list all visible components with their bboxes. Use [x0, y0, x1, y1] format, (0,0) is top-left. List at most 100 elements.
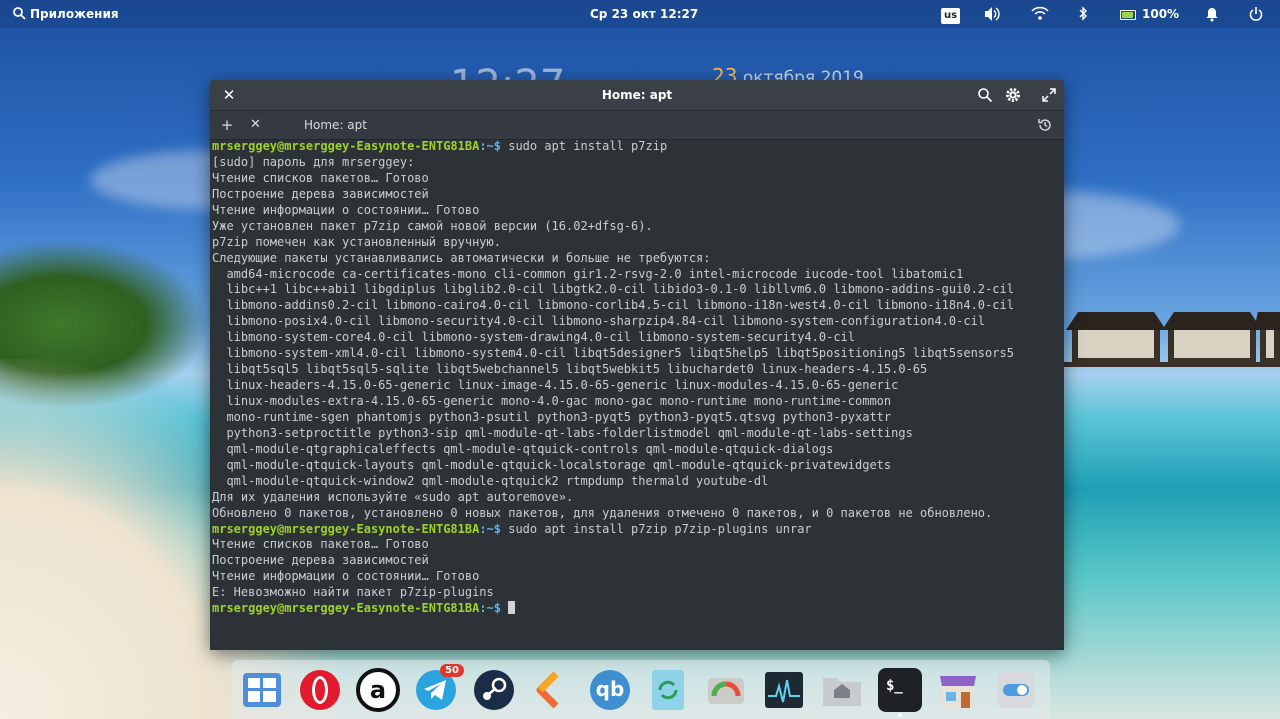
- settings-toggle-icon: [998, 672, 1034, 708]
- session-indicator[interactable]: [1249, 0, 1263, 28]
- terminal-prompt-line: mrserggey@mrserggey-Easynote-ENTG81BA:~$…: [212, 522, 1064, 538]
- terminal-output-line: Чтение списков пакетов… Готово: [212, 537, 429, 552]
- keyboard-layout-indicator[interactable]: us: [941, 0, 961, 28]
- network-indicator[interactable]: [1031, 0, 1049, 28]
- desktop: 12:27 23 октября 2019 Приложения Ср 23 о…: [0, 0, 1280, 719]
- terminal-output-line: Следующие пакеты устанавливались автомат…: [212, 250, 711, 265]
- circle-a-icon: a: [356, 668, 400, 712]
- terminal-output-line: qml-module-qtquick-layouts qml-module-qt…: [212, 457, 892, 472]
- bluetooth-indicator[interactable]: [1077, 0, 1089, 28]
- date-indicator[interactable]: Ср 23 окт: [590, 0, 656, 28]
- maximize-window-button[interactable]: [1036, 80, 1062, 110]
- applications-menu[interactable]: Приложения: [12, 0, 119, 28]
- history-icon: [1038, 119, 1051, 131]
- terminal-output-line: Чтение списков пакетов… Готово: [212, 170, 429, 185]
- terminal-prompt-line: mrserggey@mrserggey-Easynote-ENTG81BA:~$…: [212, 139, 1064, 155]
- window-titlebar[interactable]: ✕ Home: apt: [210, 80, 1064, 110]
- dock-app-qbittorrent[interactable]: qb: [588, 668, 632, 712]
- applications-icon: [13, 7, 26, 20]
- prompt-path: :~$: [479, 521, 501, 536]
- prompt-user: mrserggey@mrserggey-Easynote-ENTG81BA: [212, 521, 480, 536]
- bell-icon: [1206, 8, 1218, 22]
- terminal-output-line: Чтение информации о состоянии… Готово: [212, 202, 480, 217]
- text-cursor: [508, 601, 516, 615]
- dock-app-terminal[interactable]: $_: [878, 668, 922, 712]
- plus-icon: +: [220, 116, 234, 134]
- opera-icon: [300, 670, 340, 710]
- prompt-command: [501, 601, 508, 615]
- prompt-path: :~$: [479, 139, 501, 153]
- chevron-code-icon: [536, 671, 559, 709]
- dock-app-multitasking-view[interactable]: [240, 668, 284, 712]
- dock-app-code-editor[interactable]: [530, 668, 574, 712]
- notifications-indicator[interactable]: [1205, 0, 1219, 28]
- terminal-app-label: $_: [886, 678, 903, 694]
- update-icon: [652, 670, 684, 710]
- multitasking-icon: [243, 673, 281, 707]
- terminal-output-line: E: Невозможно найти пакет p7zip-plugins: [212, 585, 494, 600]
- prompt-user: mrserggey@mrserggey-Easynote-ENTG81BA: [212, 601, 480, 616]
- appcenter-store-icon: [940, 676, 976, 708]
- steam-icon: [474, 670, 514, 710]
- terminal-output-line: Построение дерева зависимостей: [212, 553, 429, 568]
- system-monitor-icon: [765, 672, 803, 708]
- dock-app-files[interactable]: [820, 668, 864, 712]
- prompt-command: sudo apt install p7zip p7zip-plugins unr…: [501, 521, 812, 536]
- dock-app-appcenter[interactable]: [936, 668, 980, 712]
- speaker-icon: [985, 7, 1000, 21]
- search-button[interactable]: [972, 80, 998, 110]
- maximize-icon: [1042, 88, 1056, 102]
- disk-gauge-icon: [708, 678, 744, 704]
- terminal-window: ✕ Home: apt + ✕ Home: apt mrserggey@mrse…: [210, 80, 1064, 650]
- applications-label: Приложения: [30, 7, 119, 21]
- top-panel: Приложения Ср 23 окт 12:27 us 100%: [0, 0, 1280, 28]
- terminal-prompt-line: mrserggey@mrserggey-Easynote-ENTG81BA:~$: [212, 601, 1064, 617]
- wallpaper-bungalow: [1066, 312, 1166, 362]
- terminal-output-line: qml-module-qtquick-window2 qml-module-qt…: [212, 473, 769, 488]
- terminal-output-line: libmono-posix4.0-cil libmono-security4.0…: [212, 314, 986, 329]
- home-folder-icon: [823, 678, 861, 706]
- sound-indicator[interactable]: [983, 0, 1001, 28]
- dock: [232, 660, 1050, 719]
- wallpaper-pier: [1064, 362, 1280, 367]
- terminal-output-line: libmono-system-core4.0-cil libmono-syste…: [212, 330, 855, 345]
- battery-percent: 100%: [1142, 7, 1180, 21]
- terminal-output-line: Уже установлен пакет p7zip самой новой в…: [212, 218, 653, 233]
- dock-app-system-settings[interactable]: [994, 668, 1038, 712]
- telegram-unread-badge: 50: [440, 664, 464, 677]
- dock-app-system-monitor[interactable]: [762, 668, 806, 712]
- power-icon: [1249, 7, 1263, 21]
- terminal-output-line: Для их удаления используйте «sudo apt au…: [212, 489, 574, 504]
- recently-closed-tabs-button[interactable]: [1032, 111, 1058, 139]
- terminal-output-line: python3-setproctitle python3-sip qml-mod…: [212, 425, 913, 440]
- svg-text:a: a: [370, 676, 386, 704]
- time-indicator[interactable]: 12:27: [660, 0, 698, 28]
- dock-app-steam[interactable]: [472, 668, 516, 712]
- keyboard-layout-badge: us: [941, 8, 961, 24]
- power-indicator[interactable]: 100%: [1120, 0, 1179, 28]
- dock-app-disk-usage[interactable]: [704, 668, 748, 712]
- wallpaper-bungalow: [1162, 312, 1262, 362]
- new-tab-button[interactable]: +: [214, 111, 240, 139]
- terminal-output[interactable]: mrserggey@mrserggey-Easynote-ENTG81BA:~$…: [212, 139, 1064, 650]
- prompt-user: mrserggey@mrserggey-Easynote-ENTG81BA: [212, 139, 480, 153]
- terminal-output-line: mono-runtime-sgen phantomjs python3-psut…: [212, 409, 892, 424]
- window-title: Home: apt: [601, 88, 673, 102]
- tab-bar: + ✕ Home: apt: [210, 110, 1064, 140]
- dock-app-software-updater[interactable]: [646, 668, 690, 712]
- terminal-output-line: p7zip помечен как установленный вручную.: [212, 234, 501, 249]
- dock-app-opera[interactable]: [298, 668, 342, 712]
- qbittorrent-label: qb: [595, 677, 625, 701]
- terminal-output-line: Чтение информации о состоянии… Готово: [212, 569, 480, 584]
- tab-home-apt[interactable]: ✕ Home: apt: [246, 111, 416, 139]
- wallpaper-bungalow: [1254, 312, 1280, 362]
- terminal-running-indicator: [898, 713, 902, 717]
- wifi-icon: [1031, 6, 1049, 20]
- dock-app-anydesk-a[interactable]: a: [356, 668, 400, 712]
- close-tab-icon[interactable]: ✕: [250, 111, 261, 139]
- dock-app-telegram[interactable]: 50: [414, 664, 464, 712]
- terminal-output-line: libqt5sql5 libqt5sql5-sqlite libqt5webch…: [212, 362, 928, 377]
- settings-button[interactable]: [1000, 80, 1026, 110]
- prompt-command: sudo apt install p7zip: [501, 139, 668, 153]
- terminal-output-line: qml-module-qtgraphicaleffects qml-module…: [212, 441, 834, 456]
